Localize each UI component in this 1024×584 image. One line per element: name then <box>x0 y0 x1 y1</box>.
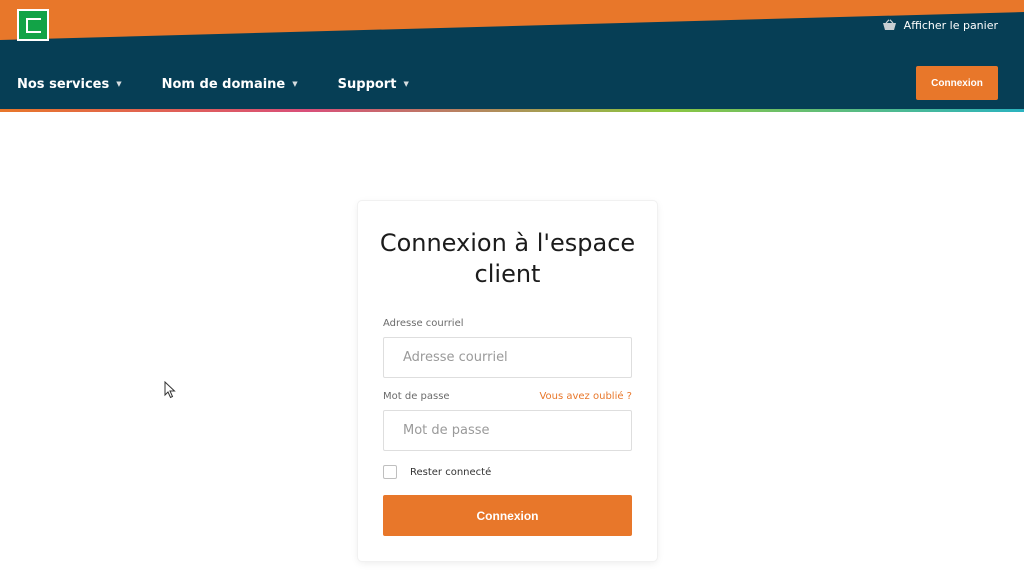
caret-down-icon: ▼ <box>403 80 409 88</box>
basket-icon <box>882 19 896 30</box>
site-header: Afficher le panier Nos services ▼ Nom de… <box>0 0 1024 110</box>
email-label: Adresse courriel <box>383 318 464 329</box>
login-title-line2: client <box>474 260 541 288</box>
caret-down-icon: ▼ <box>292 80 298 88</box>
login-submit-button[interactable]: Connexion <box>383 495 632 536</box>
password-field[interactable] <box>383 410 632 451</box>
caret-down-icon: ▼ <box>116 80 122 88</box>
password-label: Mot de passe <box>383 391 450 402</box>
login-title: Connexion à l'espace client <box>358 228 657 290</box>
header-login-button[interactable]: Connexion <box>916 66 998 100</box>
nav-item-label: Nom de domaine <box>161 76 286 92</box>
login-title-line1: Connexion à l'espace <box>379 229 636 257</box>
remember-me-checkbox[interactable] <box>383 465 397 479</box>
view-cart-link[interactable]: Afficher le panier <box>882 17 998 33</box>
nav-item-label: Nos services <box>17 76 110 92</box>
nav-item-support[interactable]: Support ▼ <box>338 74 409 94</box>
remember-me-label[interactable]: Rester connecté <box>410 467 491 478</box>
nav-item-label: Support <box>337 76 397 92</box>
login-card: Connexion à l'espace client Adresse cour… <box>358 201 657 561</box>
email-field[interactable] <box>383 337 632 378</box>
brand-logo-icon[interactable] <box>17 9 49 41</box>
nav-item-services[interactable]: Nos services ▼ <box>17 74 122 94</box>
mouse-pointer-icon <box>164 381 176 399</box>
forgot-password-link[interactable]: Vous avez oublié ? <box>539 391 632 402</box>
nav-item-domain[interactable]: Nom de domaine ▼ <box>162 74 298 94</box>
header-accent-stripe <box>0 109 1024 112</box>
main-nav: Nos services ▼ Nom de domaine ▼ Support … <box>17 74 449 94</box>
cart-label: Afficher le panier <box>903 18 998 32</box>
header-orange-band <box>0 0 1024 40</box>
